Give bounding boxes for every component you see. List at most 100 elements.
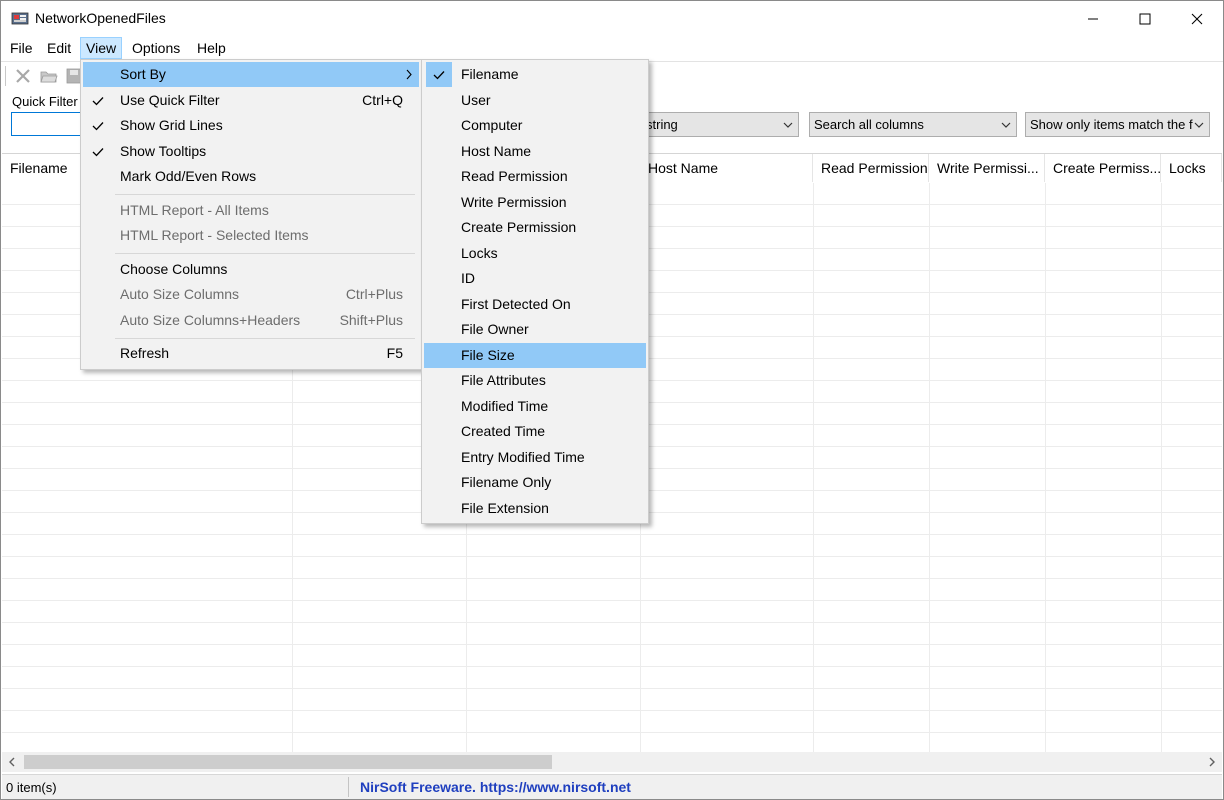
menu-item-label: Filename Only [461,474,552,490]
menu-item-label: Refresh [120,345,170,361]
grid-column-line [1161,183,1162,753]
checkmark-icon [85,88,111,113]
maximize-icon [1139,13,1151,25]
menu-file[interactable]: File [4,37,39,59]
sort-by-item-file-size[interactable]: File Size [424,342,646,368]
sort-by-item-create-permission[interactable]: Create Permission [424,215,646,240]
sort-by-item-write-permission[interactable]: Write Permission [424,190,646,215]
sort-by-item-file-owner[interactable]: File Owner [424,317,646,342]
sort-by-item-id[interactable]: ID [424,266,646,291]
menu-item-label: ID [461,270,475,286]
window-title: NetworkOpenedFiles [35,10,166,26]
menu-item-label: HTML Report - Selected Items [120,227,309,243]
column-header-write-permission[interactable]: Write Permissi... [929,154,1045,182]
menu-item-label: Auto Size Columns [120,286,240,302]
menu-options[interactable]: Options [126,37,186,59]
menu-edit[interactable]: Edit [41,37,77,59]
menu-item-mark-odd-even-rows[interactable]: Mark Odd/Even Rows [83,164,419,189]
quick-filter-input[interactable] [11,112,83,136]
menu-item-label: Create Permission [461,219,577,235]
menu-help[interactable]: Help [191,37,232,59]
quick-filter-label: Quick Filter [12,94,78,109]
scrollbar-thumb[interactable] [24,755,552,769]
open-folder-icon[interactable] [40,67,58,85]
menu-item-show-tooltips[interactable]: Show Tooltips [83,139,419,164]
menu-item-label: Mark Odd/Even Rows [120,168,257,184]
menu-item-label: Read Permission [461,168,568,184]
menu-item-html-report-selected: HTML Report - Selected Items [83,223,419,248]
chevron-right-icon [1209,757,1215,767]
chevron-left-icon [9,757,15,767]
show-items-combo[interactable]: Show only items match the f [1025,112,1210,137]
menu-item-auto-size-columns-headers: Auto Size Columns+Headers Shift+Plus [83,308,419,333]
column-header-read-permission[interactable]: Read Permission [813,154,929,182]
view-menu: Sort By Use Quick Filter Ctrl+Q Show Gri… [80,59,422,370]
app-icon [11,12,29,25]
sort-by-item-host-name[interactable]: Host Name [424,139,646,164]
menu-item-refresh[interactable]: Refresh F5 [83,341,419,366]
sort-by-item-locks[interactable]: Locks [424,241,646,266]
minimize-icon [1088,18,1098,20]
menu-item-label: Modified Time [461,397,549,414]
chevron-down-icon [783,122,793,128]
search-columns-combo[interactable]: Search all columns [809,112,1017,137]
menu-item-shortcut: Ctrl+Q [362,92,403,108]
menu-separator [115,338,415,339]
chevron-down-icon [1194,122,1204,128]
sort-by-item-file-attributes[interactable]: File Attributes [424,368,646,393]
menu-item-choose-columns[interactable]: Choose Columns [83,257,419,282]
menu-item-label: File Size [461,346,515,363]
minimize-button[interactable] [1067,1,1119,37]
checkmark-icon [85,139,111,164]
menu-item-label: Filename [461,66,519,82]
sort-by-item-modified-time[interactable]: Modified Time [424,394,646,419]
column-header-create-permission[interactable]: Create Permiss... [1045,154,1161,182]
menu-item-show-grid-lines[interactable]: Show Grid Lines [83,113,419,138]
sort-by-item-computer[interactable]: Computer [424,113,646,138]
item-count: 0 item(s) [6,780,57,795]
grid-column-line [929,183,930,753]
menu-separator [115,194,415,195]
sort-by-item-first-detected-on[interactable]: First Detected On [424,292,646,317]
menu-item-label: File Extension [461,499,549,516]
scroll-right-button[interactable] [1202,752,1222,772]
menu-item-label: Created Time [461,423,546,439]
menu-item-label: Auto Size Columns+Headers [120,312,301,328]
menu-item-use-quick-filter[interactable]: Use Quick Filter Ctrl+Q [83,88,419,113]
menu-item-shortcut: Shift+Plus [339,312,403,328]
sort-by-item-user[interactable]: User [424,88,646,113]
show-items-value: Show only items match the f [1030,117,1193,132]
menu-item-sort-by[interactable]: Sort By [83,62,419,87]
menu-item-shortcut: F5 [386,345,403,361]
menu-separator [115,253,415,254]
checkmark-icon [85,113,111,138]
scroll-left-button[interactable] [2,752,22,772]
maximize-button[interactable] [1119,1,1171,37]
title-bar: NetworkOpenedFiles [1,1,1223,37]
horizontal-scrollbar[interactable] [2,752,1222,772]
menu-item-label: Choose Columns [120,261,228,277]
column-header-locks[interactable]: Locks [1161,154,1222,182]
chevron-down-icon [1001,122,1011,128]
delete-icon[interactable] [14,67,32,85]
column-header-host-name[interactable]: Host Name [640,154,813,182]
sort-by-item-read-permission[interactable]: Read Permission [424,164,646,189]
sort-by-item-created-time[interactable]: Created Time [424,419,646,444]
menu-item-label: HTML Report - All Items [120,202,269,218]
sort-by-item-file-extension[interactable]: File Extension [424,496,646,521]
menu-item-label: Write Permission [461,193,567,210]
nirsoft-link[interactable]: NirSoft Freeware. https://www.nirsoft.ne… [360,779,631,795]
close-button[interactable] [1171,1,1223,37]
toolbar-separator [5,66,7,86]
app-window: NetworkOpenedFiles File Edit View Option… [0,0,1224,800]
sort-by-item-filename[interactable]: Filename [424,62,646,87]
sort-by-item-filename-only[interactable]: Filename Only [424,470,646,495]
sort-by-item-entry-modified-time[interactable]: Entry Modified Time [424,445,646,470]
menu-item-label: File Attributes [461,372,546,388]
status-bar: 0 item(s) NirSoft Freeware. https://www.… [2,774,1222,799]
checkmark-icon [426,62,452,87]
filter-mode-value: string [646,117,678,132]
menu-view[interactable]: View [80,37,123,59]
search-columns-value: Search all columns [814,117,924,132]
menu-item-auto-size-columns: Auto Size Columns Ctrl+Plus [83,282,419,307]
